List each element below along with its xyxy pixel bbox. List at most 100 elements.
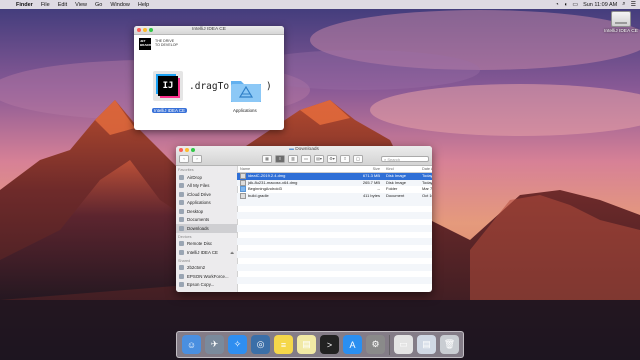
file-name-text: ideaIC-2019.2.4.dmg: [248, 173, 286, 179]
file-date-cell: Oct 16, 2018: [422, 192, 432, 198]
intellij-app-item[interactable]: IJ: [153, 71, 183, 101]
icon-view-button[interactable]: ▦: [262, 155, 272, 163]
launchpad-icon[interactable]: ✈: [205, 335, 224, 354]
finder-sidebar: Favorites AirDrop All My Files iCloud Drive…: [176, 166, 238, 292]
sidebar-item-label: Epson Copy...: [187, 282, 215, 288]
disk-image-dock-icon[interactable]: ▭: [394, 335, 413, 354]
menu-window[interactable]: Window: [110, 2, 130, 8]
sidebar-item-downloads[interactable]: Downloads: [176, 224, 237, 233]
stickies-icon[interactable]: ▤: [297, 335, 316, 354]
menu-clock[interactable]: Sun 11:09 AM: [583, 2, 617, 8]
volume-icon[interactable]: ◖: [564, 2, 568, 8]
sidebar-item-label: AirDrop: [187, 174, 202, 180]
minimize-icon[interactable]: [143, 28, 147, 32]
sidebar-item-documents[interactable]: Documents: [176, 216, 237, 225]
empty-row: [237, 284, 432, 291]
computer-icon: [179, 273, 184, 279]
desktop-disk-item[interactable]: IntelliJ IDEA CE: [604, 11, 638, 34]
sidebar-item-desktop[interactable]: Desktop: [176, 207, 237, 216]
sidebar-item-icloud-drive[interactable]: iCloud Drive: [176, 190, 237, 199]
menu-file[interactable]: File: [41, 2, 50, 8]
status-area: ◔ ◖ ▭ Sun 11:09 AM ⌕ ☰: [555, 0, 636, 9]
sidebar-item-applications[interactable]: Applications: [176, 199, 237, 208]
menu-edit[interactable]: Edit: [58, 2, 67, 8]
gallery-view-button[interactable]: ▭: [301, 155, 311, 163]
applications-folder-icon[interactable]: [230, 76, 262, 103]
menu-help[interactable]: Help: [138, 2, 149, 8]
file-kind-cell: Document: [386, 192, 405, 198]
file-icon: [240, 192, 246, 199]
applications-icon: [179, 200, 184, 206]
sidebar-item-remote-disc[interactable]: Remote Disc: [176, 240, 237, 249]
file-name-cell: build.gradle: [237, 192, 351, 200]
disk-icon: [179, 249, 184, 255]
column-view-button[interactable]: ▥: [288, 155, 298, 163]
computer-icon: [179, 265, 184, 271]
sidebar-item-all-my-files[interactable]: All My Files: [176, 182, 237, 191]
system-preferences-icon[interactable]: ⚙: [366, 335, 385, 354]
tag-button[interactable]: ◯: [353, 155, 363, 163]
column-headers: Name Size Kind Date Added: [237, 166, 432, 173]
table-row[interactable]: build.gradle 411 bytes Document Oct 16, 201…: [237, 192, 432, 200]
disc-icon: [179, 241, 184, 247]
file-name-text: build.gradle: [248, 192, 269, 198]
column-name-header[interactable]: Name: [237, 166, 351, 172]
sidebar-item-airdrop[interactable]: AirDrop: [176, 173, 237, 182]
file-name-text: BeginningAndroid3: [248, 186, 282, 192]
column-date-header[interactable]: Date Added: [420, 166, 432, 172]
disk-icon: [611, 11, 631, 27]
sidebar-item-2b2c5m2[interactable]: 2b2c5m2: [176, 264, 237, 273]
downloads-stack-icon[interactable]: ▤: [417, 335, 436, 354]
wifi-icon[interactable]: ◔: [555, 2, 559, 8]
quicktime-icon[interactable]: ◎: [251, 335, 270, 354]
airdrop-icon: [179, 174, 184, 180]
zoom-icon[interactable]: [149, 28, 153, 32]
sidebar-item-label: IntelliJ IDEA CE: [187, 249, 218, 255]
notes-icon[interactable]: ≡: [274, 335, 293, 354]
trash-icon[interactable]: 🗑: [440, 335, 459, 354]
sidebar-item-label: Downloads: [187, 225, 209, 231]
menu-view[interactable]: View: [75, 2, 87, 8]
list-view-button[interactable]: ≡: [275, 155, 285, 163]
sidebar-item-label: Documents: [187, 217, 210, 223]
column-size-header[interactable]: Size: [351, 166, 383, 172]
search-input[interactable]: ⌕ Search: [381, 156, 429, 162]
window-controls: [137, 28, 153, 32]
close-icon[interactable]: [137, 28, 141, 32]
sidebar-item-label: Remote Disc: [187, 241, 213, 247]
sidebar-item-label: 2b2c5m2: [187, 265, 206, 271]
finder-icon[interactable]: ☺: [182, 335, 201, 354]
safari-icon[interactable]: ✧: [228, 335, 247, 354]
terminal-icon[interactable]: >: [320, 335, 339, 354]
eject-icon[interactable]: ⏏: [230, 250, 234, 255]
group-button[interactable]: ▤▾: [314, 155, 324, 163]
forward-button[interactable]: ›: [192, 155, 202, 163]
dmg-titlebar[interactable]: IntelliJ IDEA CE: [134, 26, 284, 35]
menu-finder[interactable]: Finder: [16, 2, 33, 8]
applications-label: Applications: [233, 108, 257, 113]
sidebar-item-label: iCloud Drive: [187, 191, 211, 197]
back-button[interactable]: ‹: [179, 155, 189, 163]
desktop-icon: [179, 208, 184, 214]
tagline: THE DRIVE TO DEVELOP: [155, 39, 178, 47]
file-list: Name Size Kind Date Added ideaIC-2019.2.…: [237, 166, 432, 292]
sidebar-item-intellij-idea-ce[interactable]: IntelliJ IDEA CE ⏏: [176, 248, 237, 257]
dmg-installer-window: IntelliJ IDEA CE JET BRAINS THE DRIVE TO…: [134, 26, 284, 130]
menu-go[interactable]: Go: [95, 2, 102, 8]
spotlight-icon[interactable]: ⌕: [622, 1, 625, 8]
battery-icon[interactable]: ▭: [572, 1, 578, 8]
sidebar-item-epson-workforce[interactable]: EPSON WorkForce...: [176, 272, 237, 281]
sidebar-item-label: EPSON WorkForce...: [187, 273, 229, 279]
finder-window-title: ▬ Downloads: [176, 147, 432, 152]
empty-list-stripes: [237, 199, 432, 290]
share-button[interactable]: ⇧: [340, 155, 350, 163]
finder-titlebar[interactable]: ▬ Downloads ‹ › ▦ ≡ ▥ ▭ ▤▾ ⚙▾ ⇧ ◯ ⌕ Sear…: [176, 146, 432, 166]
action-gear-button[interactable]: ⚙▾: [327, 155, 337, 163]
notification-center-icon[interactable]: ☰: [631, 1, 636, 8]
app-store-icon[interactable]: A: [343, 335, 362, 354]
menu-bar: Finder File Edit View Go Window Help ◔ ◖…: [0, 0, 640, 9]
column-kind-header[interactable]: Kind: [383, 166, 420, 172]
sidebar-item-epson-copy[interactable]: Epson Copy...: [176, 281, 237, 290]
jetbrains-logo-icon: JET BRAINS: [139, 38, 152, 50]
file-rows: ideaIC-2019.2.4.dmg 671.3 MB Disk Image Tod…: [237, 173, 432, 199]
